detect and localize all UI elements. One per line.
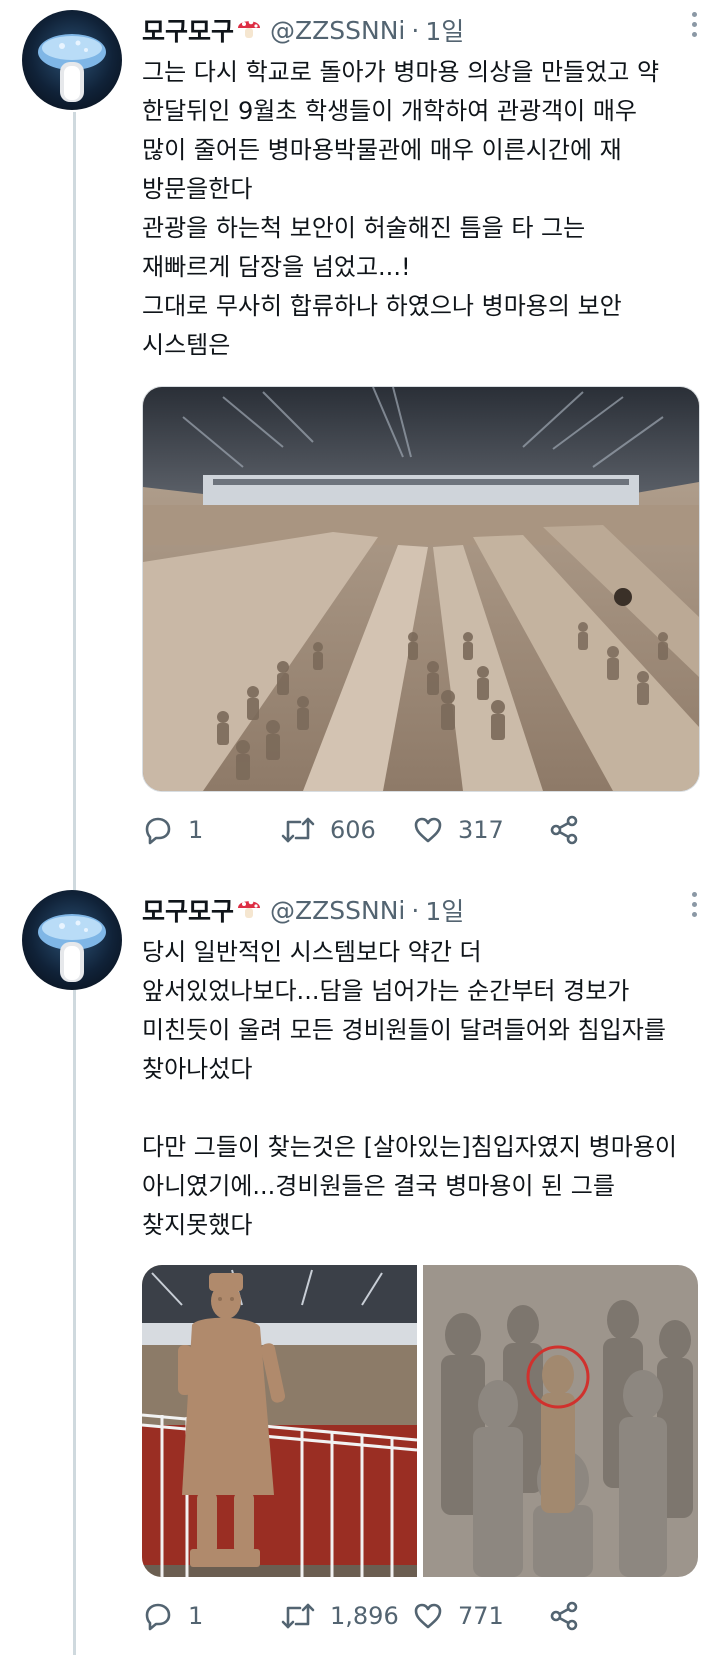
- like-button[interactable]: 771: [412, 1600, 504, 1632]
- text-line: 앞서있었나보다...담을 넘어가는 순간부터 경보가: [142, 977, 630, 1005]
- retweet-icon: [281, 817, 315, 843]
- text-line: 다만 그들이 찾는것은 [살아있는]침입자였지 병마용이: [142, 1133, 678, 1161]
- timestamp[interactable]: 1일: [425, 12, 464, 48]
- tweet-content: 모구모구 @ZZSSNNi · 1일 그는 다시 학교로 돌아가 병마용 의상을…: [142, 10, 698, 365]
- tweet-content: 모구모구 @ZZSSNNi · 1일 당시 일반적인 시스템보다 약간 더 앞서…: [142, 890, 698, 1245]
- retweet-button[interactable]: 1,896: [280, 1600, 399, 1632]
- text-line: 많이 줄어든 병마용박물관에 매우 이른시간에 재: [142, 136, 622, 164]
- reply-button[interactable]: 1: [142, 1600, 203, 1632]
- reply-button[interactable]: 1: [142, 814, 203, 846]
- tweet-actions: 1 1,896 771: [142, 1596, 698, 1636]
- share-icon: [550, 815, 578, 845]
- tweet-image-right[interactable]: [423, 1265, 698, 1577]
- tweet-image-left[interactable]: [142, 1265, 417, 1577]
- reply-icon: [145, 817, 171, 845]
- text-line: 방문을한다: [142, 175, 253, 203]
- text-line-blank: [142, 1089, 698, 1128]
- author-handle[interactable]: @ZZSSNNi: [270, 896, 405, 925]
- retweet-icon: [281, 1603, 315, 1629]
- retweet-count: 1,896: [330, 1602, 399, 1630]
- text-line: 미친듯이 울려 모든 경비원들이 달려들어와 침입자를: [142, 1016, 666, 1044]
- share-button[interactable]: [548, 814, 580, 846]
- mushroom-emoji-icon: [236, 894, 262, 926]
- timestamp[interactable]: 1일: [425, 892, 464, 928]
- reply-icon: [145, 1603, 171, 1631]
- tweet-header: 모구모구 @ZZSSNNi · 1일: [142, 890, 698, 930]
- text-line: 당시 일반적인 시스템보다 약간 더: [142, 938, 482, 966]
- text-line: 아니였기에...경비원들은 결국 병마용이 된 그를: [142, 1172, 615, 1200]
- separator-dot: ·: [411, 15, 420, 45]
- avatar[interactable]: [22, 10, 122, 110]
- like-count: 771: [458, 1602, 504, 1630]
- text-line: 그는 다시 학교로 돌아가 병마용 의상을 만들었고 약: [142, 58, 660, 86]
- tweet-image[interactable]: [142, 386, 700, 792]
- tweet-actions: 1 606 317: [142, 810, 698, 850]
- reply-count: 1: [188, 1602, 204, 1630]
- costumed-student-photo: [142, 1265, 417, 1577]
- separator-dot: ·: [411, 895, 420, 925]
- mushroom-avatar-image: [38, 914, 106, 982]
- text-line: 관광을 하는척 보안이 허술해진 틈을 타 그는: [142, 214, 586, 242]
- retweet-button[interactable]: 606: [280, 814, 376, 846]
- tweet-1[interactable]: 모구모구 @ZZSSNNi · 1일 그는 다시 학교로 돌아가 병마용 의상을…: [0, 0, 720, 860]
- like-count: 317: [458, 816, 504, 844]
- hidden-in-army-photo: [423, 1265, 698, 1577]
- author-handle[interactable]: @ZZSSNNi: [270, 16, 405, 45]
- share-button[interactable]: [548, 1600, 580, 1632]
- text-line: 찾아나섰다: [142, 1055, 253, 1083]
- mushroom-emoji-icon: [236, 14, 262, 46]
- reply-count: 1: [188, 816, 204, 844]
- text-line: 시스템은: [142, 331, 231, 359]
- terracotta-pit-photo: [143, 387, 699, 791]
- like-button[interactable]: 317: [412, 814, 504, 846]
- tweet-image-grid: [142, 1265, 698, 1577]
- text-line: 한달뒤인 9월초 학생들이 개학하여 관광객이 매우: [142, 97, 638, 125]
- like-icon: [414, 1603, 442, 1629]
- avatar[interactable]: [22, 890, 122, 990]
- author-name[interactable]: 모구모구: [142, 12, 234, 48]
- more-dots-icon[interactable]: [690, 892, 698, 917]
- mushroom-avatar-image: [38, 34, 106, 102]
- tweet-2[interactable]: 모구모구 @ZZSSNNi · 1일 당시 일반적인 시스템보다 약간 더 앞서…: [0, 880, 720, 1664]
- tweet-text: 그는 다시 학교로 돌아가 병마용 의상을 만들었고 약 한달뒤인 9월초 학생…: [142, 53, 698, 365]
- text-line: 찾지못했다: [142, 1211, 253, 1239]
- share-icon: [550, 1601, 578, 1631]
- tweet-header: 모구모구 @ZZSSNNi · 1일: [142, 10, 698, 50]
- text-line: 그대로 무사히 합류하나 하였으나 병마용의 보안: [142, 292, 622, 320]
- tweet-text: 당시 일반적인 시스템보다 약간 더 앞서있었나보다...담을 넘어가는 순간부…: [142, 933, 698, 1245]
- author-name[interactable]: 모구모구: [142, 892, 234, 928]
- like-icon: [414, 817, 442, 843]
- retweet-count: 606: [330, 816, 376, 844]
- more-dots-icon[interactable]: [690, 12, 698, 37]
- text-line: 재빠르게 담장을 넘었고...!: [142, 253, 411, 281]
